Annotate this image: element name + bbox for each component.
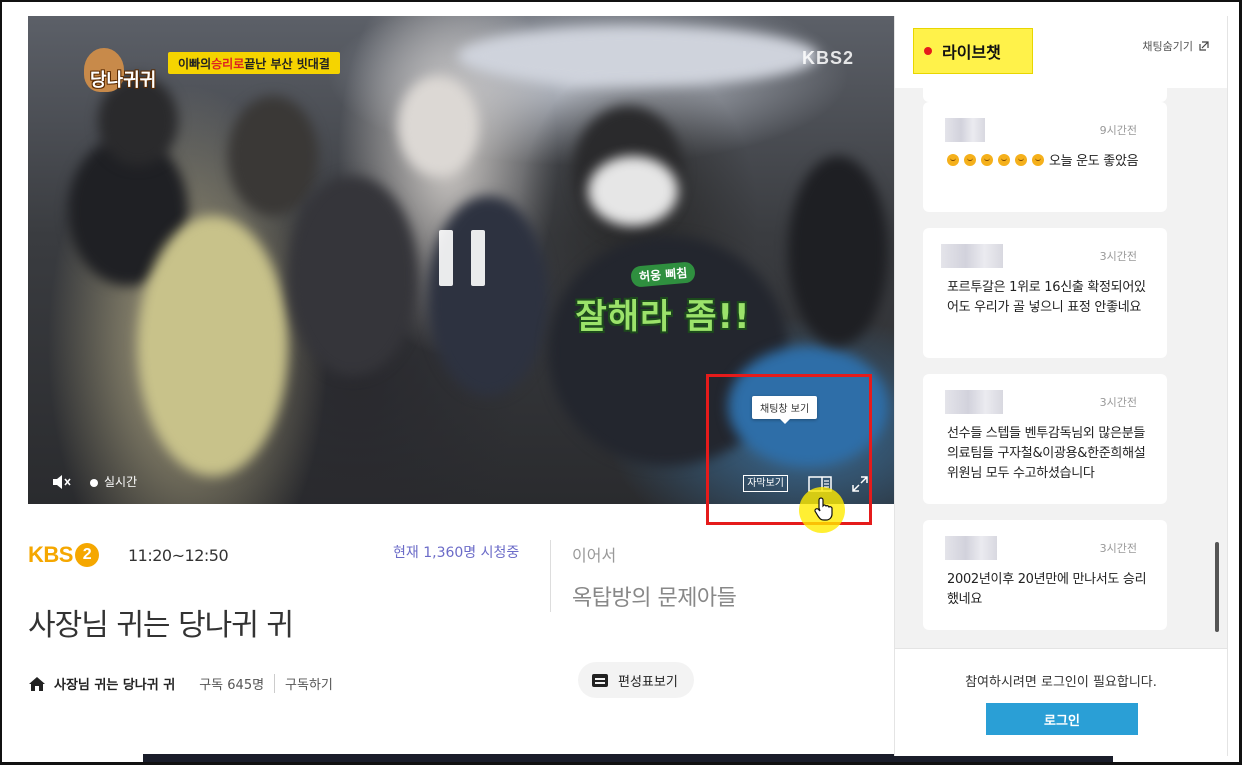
pause-icon[interactable]	[439, 230, 485, 286]
chat-message: 9시간전 오늘 운도 좋았음	[923, 102, 1167, 212]
viewer-count: 현재 1,360명 시청중	[393, 545, 520, 561]
chat-message: 3시간전 포르투갈은 1위로 16신출 확정되어있어도 우리가 골 넣으니 표정…	[923, 228, 1167, 358]
fullscreen-icon[interactable]	[852, 475, 868, 492]
hide-chat-button[interactable]: 채팅숨기기	[1142, 38, 1209, 54]
message-text: 오늘 운도 좋았음	[947, 152, 1147, 172]
emoji-icon	[1032, 154, 1044, 166]
chat-view-tooltip: 채팅창 보기	[752, 396, 818, 424]
message-text: 포르투갈은 1위로 16신출 확정되어있어도 우리가 골 넣으니 표정 안좋네요	[947, 280, 1146, 315]
broadcast-time: 11:20~12:50	[128, 546, 229, 565]
emoji-icon	[981, 154, 993, 166]
message-time: 3시간전	[1099, 396, 1137, 409]
chat-message: 3시간전 선수들 스텝들 벤투감독님외 많은분들 의료팀들 구자철&이광용&한준…	[923, 374, 1167, 504]
channel-watermark: KBS2	[801, 48, 854, 68]
chat-message: 3시간전 2002년이후 20년만에 만나서도 승리했네요	[923, 520, 1167, 630]
player-controls-left: 실시간	[52, 473, 137, 490]
message-text: 선수들 스텝들 벤투감독님외 많은분들 의료팀들 구자철&이광용&한준희해설위원…	[947, 426, 1146, 481]
emoji-icon	[964, 154, 976, 166]
live-indicator: 실시간	[90, 473, 137, 490]
program-info: KBS 2 11:20~12:50 현재 1,360명 시청중 이어서 옥탑방의 …	[28, 504, 894, 754]
chat-header: 라이브챗 채팅숨기기	[895, 16, 1227, 88]
live-chat-title: 라이브챗	[913, 28, 1033, 74]
user-avatar	[945, 536, 997, 560]
user-avatar	[941, 244, 1003, 268]
hand-cursor-icon	[813, 497, 833, 525]
chat-scrollbar[interactable]	[1215, 542, 1219, 632]
chat-footer: 참여하시려면 로그인이 필요합니다. 로그인	[895, 648, 1227, 756]
chat-message-partial	[923, 88, 1167, 102]
next-program-title[interactable]: 옥탑방의 문제아들	[572, 580, 737, 612]
subtitle-button[interactable]: 자막보기	[743, 475, 788, 492]
message-time: 3시간전	[1099, 542, 1137, 555]
program-home-link[interactable]: 사장님 귀는 당나귀 귀	[54, 674, 175, 693]
login-button[interactable]: 로그인	[986, 703, 1138, 735]
calendar-icon	[592, 673, 608, 687]
subscriber-count: 구독 645명	[199, 674, 276, 693]
show-badge-logo: 당나귀귀	[72, 48, 162, 94]
video-caption: 허웅 삐침 잘해라 좀!!	[568, 261, 758, 338]
emoji-icon	[1015, 154, 1027, 166]
caption-small: 허웅 삐침	[630, 261, 696, 288]
live-chat-panel: 라이브챗 채팅숨기기 9시간전 오늘 운도 좋았음 3시간전 포르투갈은 1위로…	[894, 16, 1228, 756]
caption-big: 잘해라 좀!!	[575, 297, 751, 337]
live-red-dot	[924, 47, 932, 55]
home-icon[interactable]	[28, 676, 46, 692]
message-text: 2002년이후 20년만에 만나서도 승리했네요	[947, 572, 1147, 607]
channel-logo: KBS 2	[28, 542, 99, 568]
user-avatar	[945, 390, 1003, 414]
subscribe-button[interactable]: 구독하기	[275, 674, 333, 693]
message-time: 3시간전	[1099, 250, 1137, 263]
user-avatar	[945, 118, 985, 142]
program-title: 사장님 귀는 당나귀 귀	[28, 608, 294, 643]
emoji-icon	[947, 154, 959, 166]
chat-message-list[interactable]: 9시간전 오늘 운도 좋았음 3시간전 포르투갈은 1위로 16신출 확정되어있…	[895, 88, 1227, 648]
show-badge-text: 당나귀귀	[90, 70, 157, 90]
mute-icon[interactable]	[52, 474, 72, 490]
player-controls-right: 자막보기	[743, 475, 868, 492]
divider	[550, 540, 551, 612]
next-program-label: 이어서	[572, 546, 617, 565]
message-time: 9시간전	[1099, 124, 1137, 137]
login-required-text: 참여하시려면 로그인이 필요합니다.	[965, 675, 1157, 690]
video-player[interactable]: 당나귀귀 이빠의 승리로 끝난 부산 빗대결 KBS2 허웅 삐침 잘해라 좀!…	[28, 16, 894, 504]
program-home-row: 사장님 귀는 당나귀 귀 구독 645명 구독하기	[28, 674, 333, 693]
episode-banner: 이빠의 승리로 끝난 부산 빗대결	[168, 52, 340, 74]
schedule-button[interactable]: 편성표보기	[578, 662, 694, 698]
emoji-icon	[998, 154, 1010, 166]
collapse-icon	[1199, 41, 1209, 51]
